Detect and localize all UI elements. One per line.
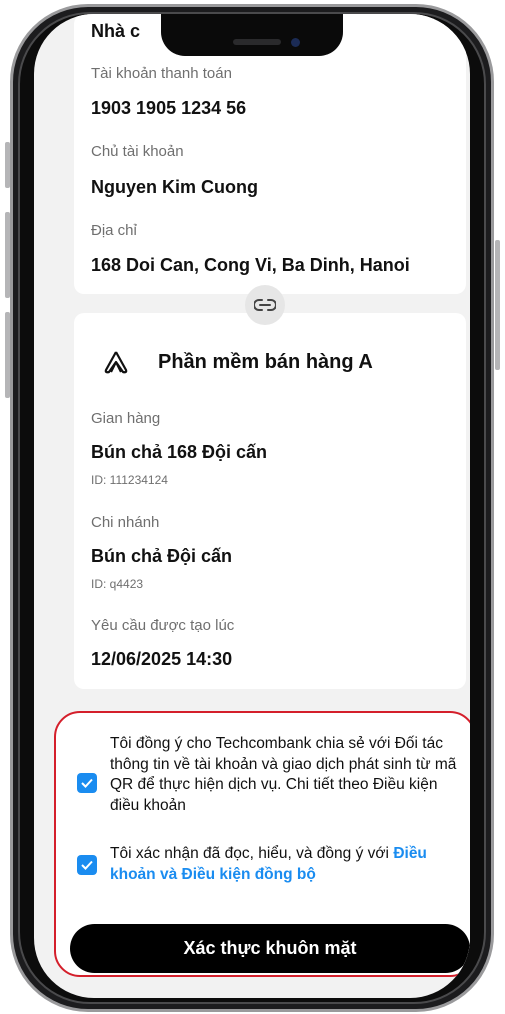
confirm-terms-checkbox[interactable] (77, 855, 97, 875)
branch-value: Bún chả Đội cấn (91, 546, 233, 566)
partner-title: Phần mềm bán hàng A (158, 351, 373, 373)
front-camera (291, 38, 300, 47)
volume-up-button (5, 212, 10, 298)
confirm-terms-text: Tôi xác nhận đã đọc, hiểu, và đồng ý với… (110, 844, 462, 885)
payment-account-label: Tài khoản thanh toán (91, 65, 232, 82)
volume-down-button (5, 312, 10, 398)
address-label: Địa chỉ (91, 222, 137, 239)
store-label: Gian hàng (91, 410, 161, 427)
link-icon (245, 285, 285, 325)
checkmark-icon (81, 778, 93, 788)
created-value: 12/06/2025 14:30 (91, 649, 233, 669)
store-id: ID: 111234124 (91, 473, 168, 487)
partial-field-label: Nhà c (91, 21, 141, 41)
share-consent-text: Tôi đồng ý cho Techcombank chia sẻ với Đ… (110, 735, 457, 814)
branch-id: ID: q4423 (91, 577, 144, 591)
notch (161, 14, 343, 56)
address-value: 168 Doi Can, Cong Vi, Ba Dinh, Hanoi (91, 255, 410, 275)
partner-logo-icon (104, 351, 128, 374)
created-label: Yêu cầu được tạo lúc (91, 617, 235, 634)
app-screen: Nhà c Tài khoản thanh toán 1903 1905 123… (34, 14, 470, 998)
silent-switch (5, 142, 10, 188)
payment-account-value: 1903 1905 1234 56 (91, 98, 247, 118)
share-consent-checkbox[interactable] (77, 773, 97, 793)
power-button (495, 240, 500, 370)
checkmark-icon (81, 860, 93, 870)
consent-panel: Tôi đồng ý cho Techcombank chia sẻ với Đ… (54, 711, 470, 977)
branch-label: Chi nhánh (91, 514, 160, 531)
account-card: Nhà c Tài khoản thanh toán 1903 1905 123… (74, 14, 466, 294)
speaker (233, 39, 281, 45)
confirm-terms-prefix: Tôi xác nhận đã đọc, hiểu, và đồng ý với (110, 845, 394, 862)
store-value: Bún chả 168 Đội cấn (91, 442, 268, 462)
partner-card: Phần mềm bán hàng A Gian hàng Bún chả 16… (74, 313, 466, 689)
owner-value: Nguyen Kim Cuong (91, 177, 258, 197)
owner-label: Chủ tài khoản (91, 143, 184, 160)
face-verify-button[interactable]: Xác thực khuôn mặt (70, 924, 470, 973)
